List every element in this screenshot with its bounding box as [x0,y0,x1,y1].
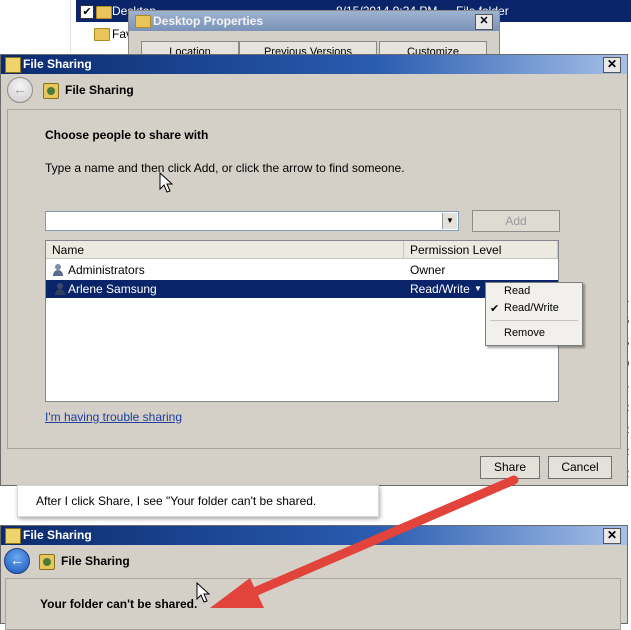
desktop-properties-title: Desktop Properties [153,14,264,28]
row-name: Arlene Samsung [68,282,157,296]
error-message: Your folder can't be shared. [40,597,198,611]
explorer-column-line [70,0,71,52]
list-row-arlene-samsung[interactable]: Arlene Samsung Read/Write ▼ [46,280,558,298]
file-sharing-titlebar-2[interactable]: File Sharing ✕ [1,526,627,545]
close-button[interactable]: ✕ [475,14,493,30]
permission-menu: Read ✔ Read/Write Remove [485,282,583,346]
mouse-cursor-icon [159,172,173,193]
folder-icon [96,6,112,19]
folder-icon [135,15,151,28]
mouse-cursor-icon [196,582,210,603]
back-arrow-button[interactable]: ← [4,548,30,574]
close-button-2[interactable]: ✕ [603,528,621,544]
checkmark-icon: ✔ [490,303,500,315]
user-group-icon [52,264,63,276]
menu-separator [490,320,578,321]
file-sharing-icon [39,554,55,570]
page-heading: Choose people to share with [45,128,209,142]
window-title-2: File Sharing [23,528,92,542]
column-header-name[interactable]: Name [46,241,404,259]
window-title: File Sharing [23,57,92,71]
name-combo-box[interactable]: ▼ [45,211,459,231]
row-name: Administrators [68,263,145,277]
share-button[interactable]: Share [480,456,540,479]
permission-dropdown-icon[interactable]: ▼ [474,280,482,298]
row-permission: Owner [410,263,446,277]
cancel-button[interactable]: Cancel [548,456,612,479]
menu-item-read-write[interactable]: Read/Write [504,302,559,314]
file-sharing-dialog-2: File Sharing ✕ ← File Sharing Your folde… [0,525,628,630]
menu-item-read[interactable]: Read [504,285,530,297]
close-button[interactable]: ✕ [603,57,621,73]
annotation-text: After I click Share, I see "Your folder … [36,494,317,508]
trouble-sharing-link[interactable]: I'm having trouble sharing [45,410,182,424]
back-arrow-button[interactable]: ← [7,77,33,103]
nav-title: File Sharing [65,83,134,97]
sharing-app-icon [5,57,21,73]
instruction-text: Type a name and then click Add, or click… [45,161,405,175]
dropdown-arrow-icon[interactable]: ▼ [442,213,457,229]
row-checkbox[interactable]: ✔ [80,5,94,19]
name-input[interactable] [48,213,438,227]
sharing-app-icon [5,528,21,544]
file-sharing-dialog: File Sharing ✕ ← File Sharing Choose peo… [0,54,628,486]
file-sharing-icon [43,83,59,99]
menu-item-remove[interactable]: Remove [504,327,545,339]
annotation-callout: After I click Share, I see "Your folder … [17,485,379,517]
user-icon [54,283,65,295]
row-permission[interactable]: Read/Write [410,280,470,298]
list-row-administrators[interactable]: Administrators Owner [46,261,558,279]
add-button[interactable]: Add [472,210,560,232]
sharing-content-panel: Choose people to share with Type a name … [7,109,621,449]
folder-icon [94,28,110,41]
sharing-content-panel-2: Your folder can't be shared. [5,578,621,630]
desktop-properties-titlebar[interactable]: Desktop Properties ✕ [129,11,499,31]
nav-title-2: File Sharing [61,554,130,568]
sharing-list: Name Permission Level Administrators Own… [45,240,559,402]
column-header-permission[interactable]: Permission Level [404,241,558,259]
file-sharing-titlebar[interactable]: File Sharing ✕ [1,55,627,74]
